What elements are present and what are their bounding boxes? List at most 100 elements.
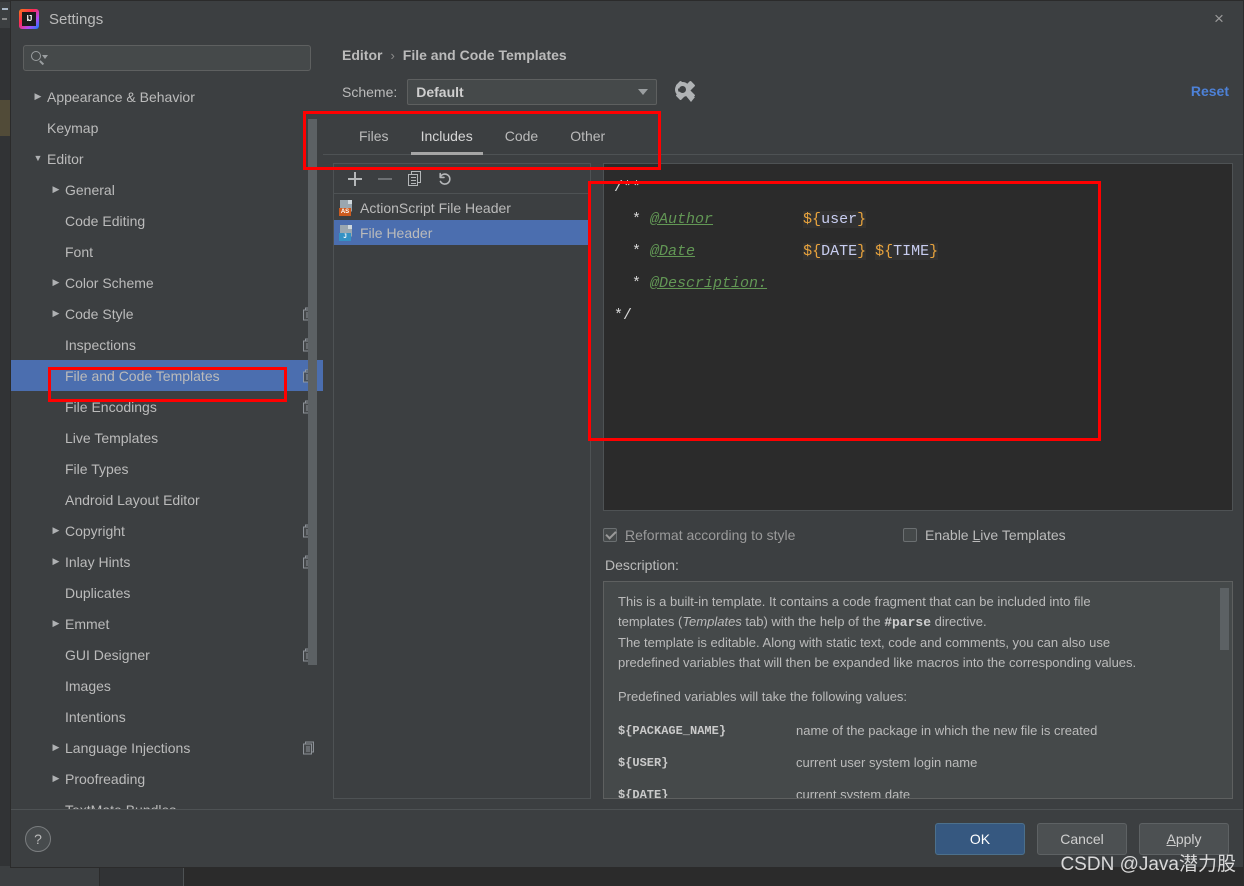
sidebar-item-proofreading[interactable]: ▶ Proofreading: [11, 763, 323, 794]
ide-editor-highlight: [0, 100, 10, 136]
sidebar-item-color-scheme[interactable]: ▶ Color Scheme: [11, 267, 323, 298]
sidebar-item-file-and-code-templates[interactable]: ▶File and Code Templates: [11, 360, 323, 391]
chevron-down-icon: [638, 89, 649, 95]
template-options-row: Reformat according to style Enable Live T…: [603, 511, 1233, 549]
table-row: ${USER} current user system login name: [618, 747, 1218, 779]
sidebar-item-emmet[interactable]: ▶ Emmet: [11, 608, 323, 639]
template-list[interactable]: AS ActionScript File Header J File Header: [334, 194, 590, 798]
templates-split-panel: AS ActionScript File Header J File Header /…: [323, 155, 1243, 809]
sidebar-item-textmate-bundles[interactable]: ▶TextMate Bundles: [11, 794, 323, 810]
tab-other[interactable]: Other: [554, 128, 621, 154]
desc-prefix: templates (: [618, 614, 683, 629]
breadcrumb-separator-icon: ›: [390, 47, 395, 63]
enable-live-templates-checkbox[interactable]: Enable Live Templates: [903, 527, 1066, 543]
add-template-button[interactable]: [342, 167, 368, 191]
chevron-right-icon[interactable]: ▶: [47, 619, 65, 628]
sidebar-item-copyright[interactable]: ▶ Copyright: [11, 515, 323, 546]
checkbox-box[interactable]: [603, 528, 617, 542]
sidebar-item-language-injections[interactable]: ▶ Language Injections: [11, 732, 323, 763]
list-item[interactable]: AS ActionScript File Header: [334, 195, 590, 220]
desc-italic: Templates: [682, 614, 742, 629]
sidebar-item-keymap[interactable]: ▶Keymap: [11, 112, 323, 143]
chevron-right-icon[interactable]: ▶: [47, 743, 65, 752]
sidebar-item-duplicates[interactable]: ▶Duplicates: [11, 577, 323, 608]
close-icon[interactable]: ×: [1205, 7, 1233, 31]
tab-files[interactable]: Files: [343, 128, 405, 154]
sidebar-item-intentions[interactable]: ▶Intentions: [11, 701, 323, 732]
code-token-comment: *: [614, 211, 651, 228]
sidebar-item-gui-designer[interactable]: ▶GUI Designer: [11, 639, 323, 670]
scheme-row: Scheme: Default: [323, 73, 1243, 111]
chevron-right-icon[interactable]: ▶: [47, 185, 65, 194]
template-list-toolbar: [334, 164, 590, 194]
ide-strip-line: [2, 8, 8, 10]
description-scrollbar-thumb[interactable]: [1220, 588, 1229, 650]
reformat-according-to-style-checkbox[interactable]: Reformat according to style: [603, 527, 903, 543]
checkbox-box[interactable]: [903, 528, 917, 542]
description-variables-intro: Predefined variables will take the follo…: [618, 689, 908, 704]
sidebar-item-appearance-behavior[interactable]: ▶ Appearance & Behavior: [11, 81, 323, 112]
chevron-down-icon[interactable]: ▼: [29, 154, 47, 163]
apply-button[interactable]: Apply: [1139, 822, 1229, 855]
sidebar-item-label: Live Templates: [65, 429, 159, 446]
code-token-comment: */: [614, 307, 633, 324]
list-item-label: ActionScript File Header: [360, 199, 511, 216]
sidebar-item-label: Appearance & Behavior: [47, 88, 195, 105]
list-item[interactable]: J File Header: [334, 220, 590, 245]
chevron-right-icon[interactable]: ▶: [29, 92, 47, 101]
template-editor-panel: /** * @Author ${user} * @Date ${DATE} ${…: [591, 163, 1233, 799]
sidebar-item-code-editing[interactable]: ▶Code Editing: [11, 205, 323, 236]
ide-status-segment: [100, 866, 184, 886]
scheme-dropdown[interactable]: Default: [407, 79, 658, 105]
sidebar-item-android-layout-editor[interactable]: ▶Android Layout Editor: [11, 484, 323, 515]
list-item-label: File Header: [360, 224, 433, 241]
description-label: Description:: [605, 557, 679, 573]
cancel-button[interactable]: Cancel: [1037, 822, 1127, 855]
search-input[interactable]: [48, 50, 304, 66]
sidebar-item-live-templates[interactable]: ▶Live Templates: [11, 422, 323, 453]
tab-includes[interactable]: Includes: [405, 128, 489, 155]
checkbox-label: Enable Live Templates: [925, 527, 1066, 543]
code-token-var-name: TIME: [893, 243, 930, 260]
sidebar-item-label: Inspections: [65, 336, 136, 353]
settings-tree[interactable]: ▶Appearance & Behavior▶Keymap▼Editor▶Gen…: [11, 81, 323, 809]
ide-tool-window-strip: [0, 2, 10, 28]
template-code-editor[interactable]: /** * @Author ${user} * @Date ${DATE} ${…: [603, 163, 1233, 511]
sidebar-item-inlay-hints[interactable]: ▶ Inlay Hints: [11, 546, 323, 577]
sidebar-item-code-style[interactable]: ▶ Code Style: [11, 298, 323, 329]
tab-code[interactable]: Code: [489, 128, 554, 154]
code-line: */: [614, 300, 1222, 332]
chevron-right-icon[interactable]: ▶: [47, 309, 65, 318]
scheme-selected-value: Default: [416, 84, 464, 100]
chevron-right-icon[interactable]: ▶: [47, 278, 65, 287]
reset-template-button[interactable]: [432, 167, 458, 191]
chevron-right-icon[interactable]: ▶: [47, 774, 65, 783]
sidebar-scrollbar-thumb[interactable]: [308, 119, 317, 665]
code-token-comment: [866, 243, 875, 260]
sidebar-item-editor[interactable]: ▼ Editor: [11, 143, 323, 174]
chevron-right-icon[interactable]: ▶: [47, 526, 65, 535]
copy-template-button[interactable]: [402, 167, 428, 191]
search-box[interactable]: [23, 45, 311, 71]
sidebar-item-label: GUI Designer: [65, 646, 150, 663]
chevron-right-icon[interactable]: ▶: [47, 557, 65, 566]
sidebar-item-label: Language Injections: [65, 739, 191, 756]
code-token-comment: *: [614, 243, 651, 260]
breadcrumb-parent[interactable]: Editor: [342, 47, 382, 63]
sidebar-item-images[interactable]: ▶Images: [11, 670, 323, 701]
description-line-3: The template is editable. Along with sta…: [618, 635, 1111, 650]
gear-icon[interactable]: [673, 81, 696, 103]
remove-template-button[interactable]: [372, 167, 398, 191]
help-button[interactable]: ?: [25, 825, 51, 852]
sidebar-item-file-types[interactable]: ▶File Types: [11, 453, 323, 484]
sidebar-item-file-encodings[interactable]: ▶File Encodings: [11, 391, 323, 422]
sidebar-item-label: TextMate Bundles: [65, 802, 176, 810]
code-token-comment: [695, 243, 803, 260]
predefined-variables-table: ${PACKAGE_NAME} name of the package in wh…: [618, 715, 1218, 798]
reset-link[interactable]: Reset: [1191, 83, 1229, 99]
sidebar-item-general[interactable]: ▶ General: [11, 174, 323, 205]
ok-button[interactable]: OK: [935, 822, 1025, 855]
sidebar-item-font[interactable]: ▶Font: [11, 236, 323, 267]
sidebar-item-inspections[interactable]: ▶Inspections: [11, 329, 323, 360]
table-row: ${PACKAGE_NAME} name of the package in wh…: [618, 715, 1218, 747]
